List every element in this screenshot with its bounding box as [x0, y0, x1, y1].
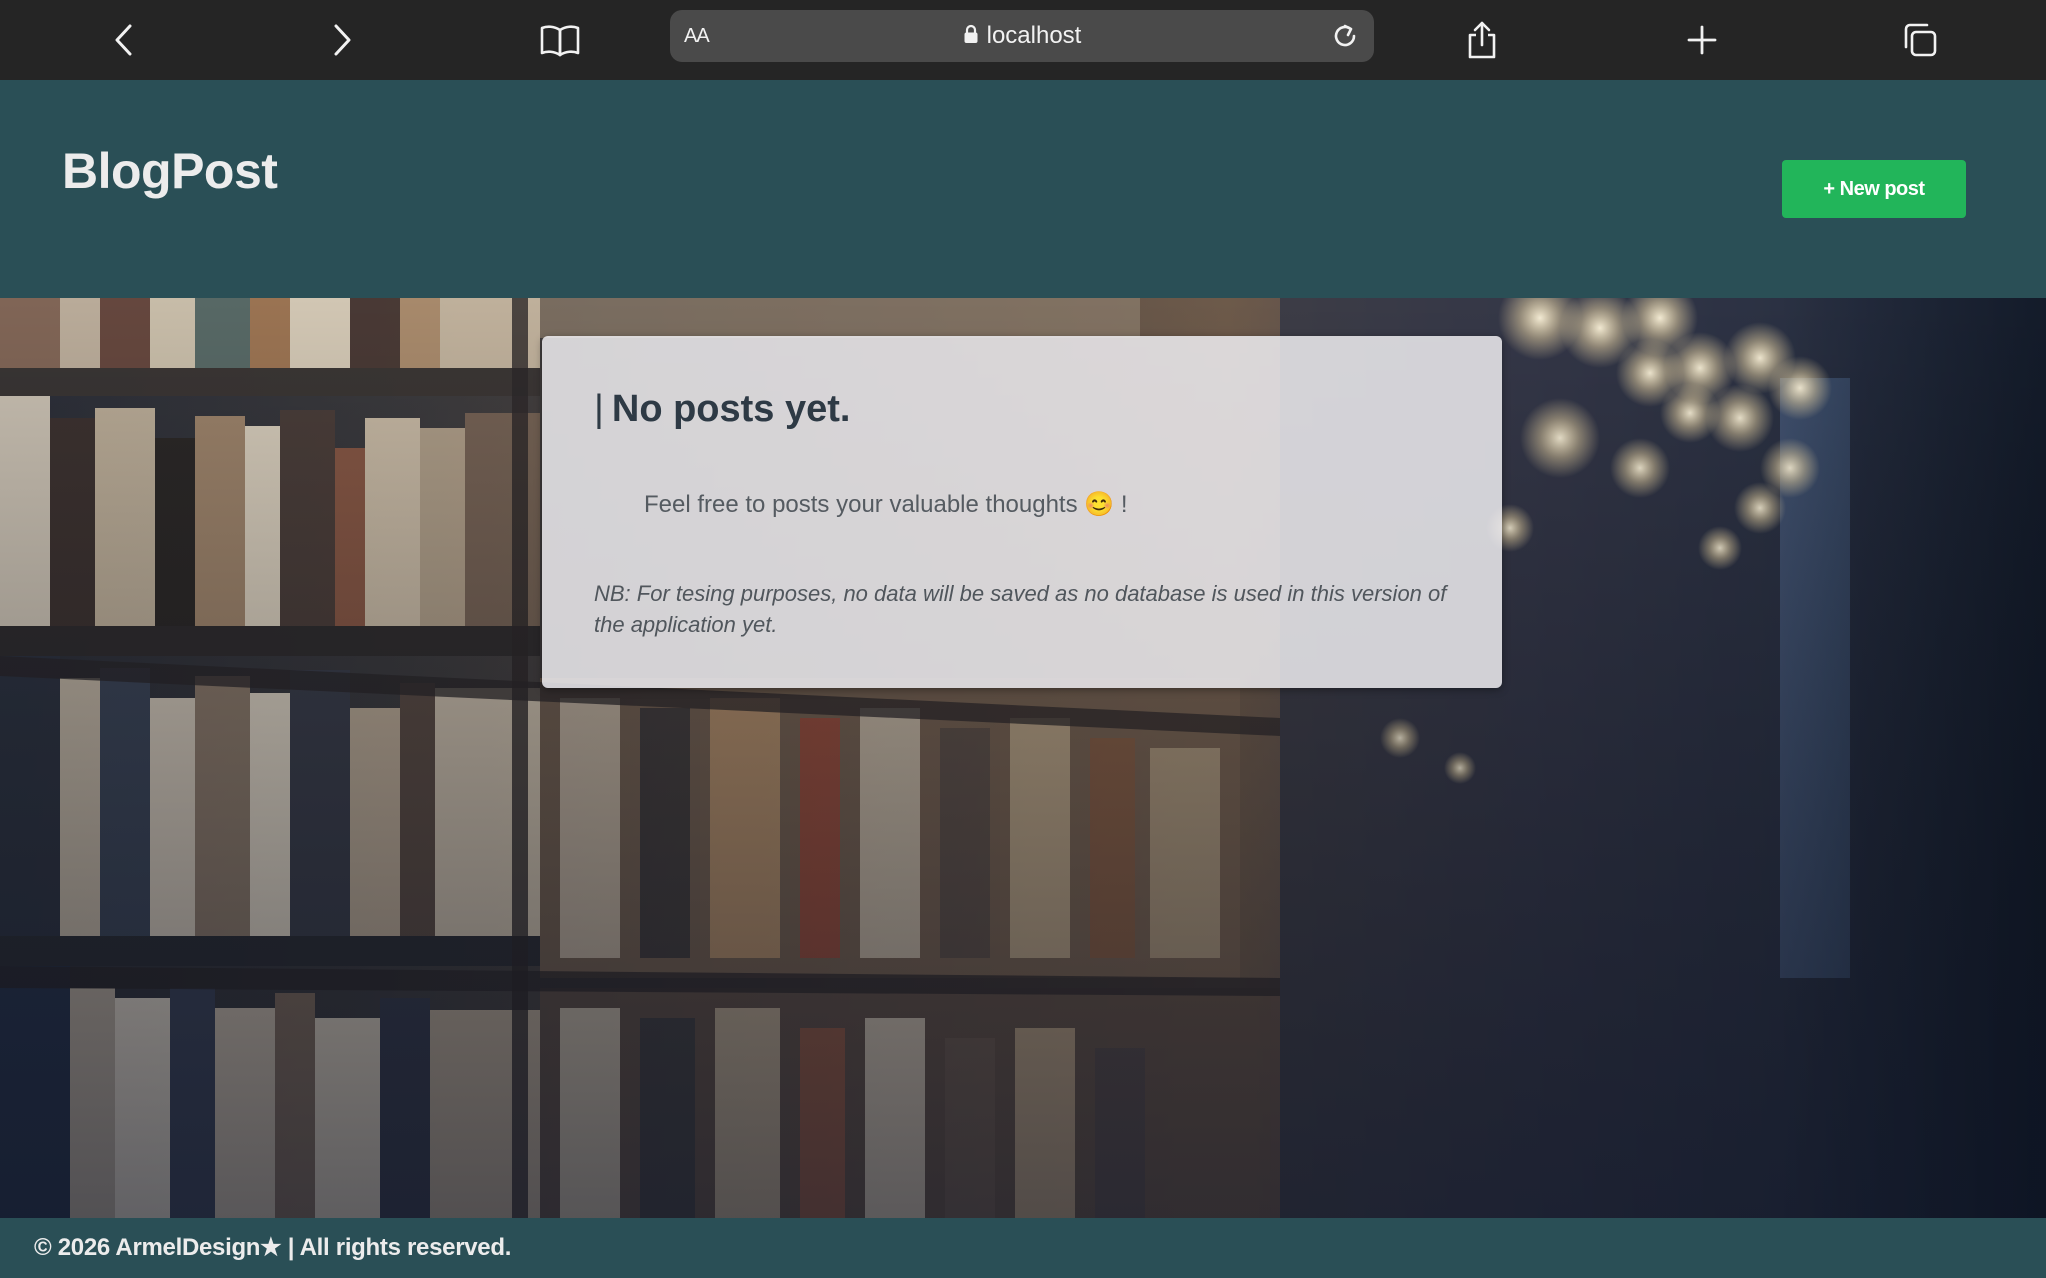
- url-text: localhost: [986, 22, 1082, 49]
- empty-state-subtitle: Feel free to posts your valuable thought…: [644, 491, 1128, 518]
- tabs-icon[interactable]: [1894, 14, 1946, 66]
- empty-state-title: | No posts yet.: [594, 388, 850, 431]
- empty-state-title-text: No posts yet.: [611, 388, 851, 430]
- reload-icon[interactable]: [1328, 19, 1362, 53]
- app-footer: © 2026 ArmelDesign★ | All rights reserve…: [0, 1218, 2046, 1278]
- testing-note: NB: For tesing purposes, no data will be…: [594, 581, 1447, 637]
- empty-state-card: | No posts yet. Feel free to posts your v…: [542, 336, 1502, 688]
- browser-toolbar: AA localhost: [0, 0, 2046, 80]
- share-icon[interactable]: [1456, 14, 1508, 66]
- copyright-text: © 2026 ArmelDesign★ | All rights reserve…: [34, 1234, 512, 1261]
- chevron-right-icon[interactable]: [316, 14, 368, 66]
- chevron-left-icon[interactable]: [98, 14, 150, 66]
- brand-logo[interactable]: BlogPost: [62, 142, 278, 200]
- new-post-button[interactable]: + New post: [1782, 160, 1966, 218]
- address-bar[interactable]: AA localhost: [670, 10, 1374, 62]
- title-marker: |: [594, 388, 604, 430]
- book-icon[interactable]: [534, 14, 586, 66]
- app-header: BlogPost + New post: [0, 80, 2046, 298]
- lock-icon: [963, 24, 979, 48]
- plus-icon[interactable]: [1676, 14, 1728, 66]
- text-size-button[interactable]: AA: [684, 10, 710, 62]
